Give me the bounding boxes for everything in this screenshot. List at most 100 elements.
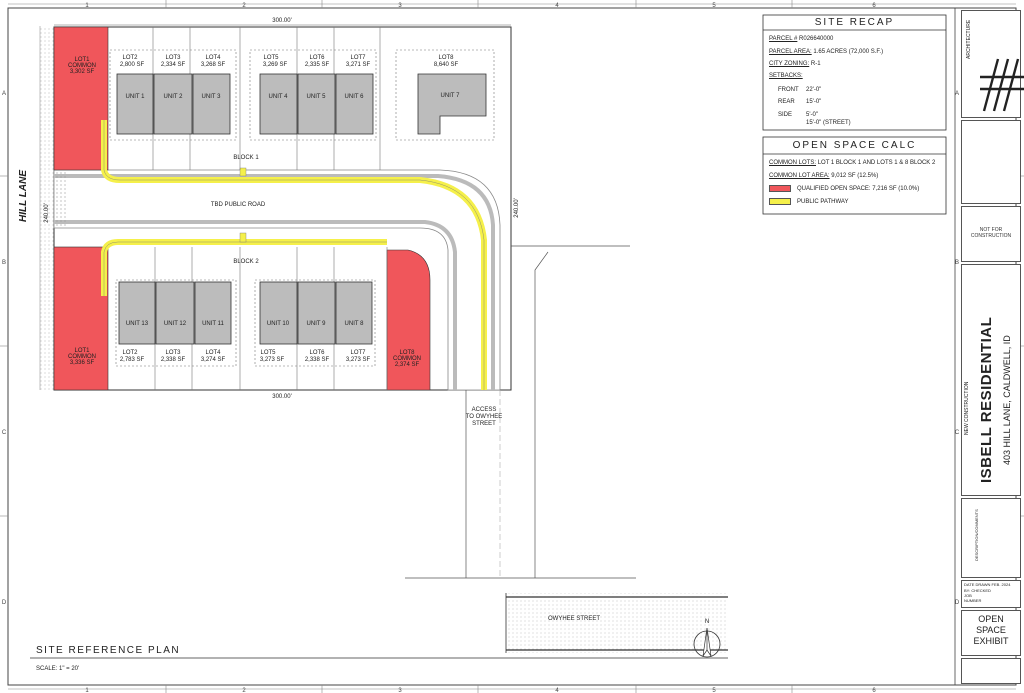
recap-parcel-value: R026640000 [799, 36, 834, 42]
unit-4-footprint [259, 73, 298, 135]
top-lot5-area: 3,269 SF [263, 62, 288, 68]
grid-row-c-right: C [955, 430, 960, 436]
unit-label-6: UNIT 6 [345, 94, 365, 100]
top-lot8-name: LOT8 [438, 55, 454, 61]
bottom-lot5-name: LOT5 [260, 350, 276, 356]
bottom-lot8-area: 2,374 SF [395, 362, 420, 368]
number-row: NUMBER [964, 598, 982, 603]
top-lot2-area: 2,800 SF [120, 62, 145, 68]
sheet-title-3: EXHIBIT [973, 636, 1009, 646]
unit-2-footprint [153, 73, 193, 135]
open-space-title: OPEN SPACE CALC [792, 140, 917, 151]
unit-label-12: UNIT 12 [164, 321, 187, 327]
block2-label: BLOCK 2 [233, 259, 259, 265]
unit-label-8: UNIT 8 [345, 321, 365, 327]
bottom-lot4-name: LOT4 [205, 350, 221, 356]
bottom-lot4-area: 3,274 SF [201, 357, 226, 363]
unit-6-footprint [335, 73, 374, 135]
dim-bottom: 300.00' [272, 394, 292, 400]
unit-12-footprint [155, 281, 195, 345]
unit-label-11: UNIT 11 [202, 321, 224, 327]
unit-5-footprint [297, 73, 336, 135]
recap-area-value: 1.65 ACRES (72,000 S.F.) [813, 49, 884, 55]
recap-area-label: PARCEL AREA: [769, 49, 812, 55]
drawing-sheet: 1 2 3 4 5 6 1 2 3 4 5 6 A B C D A B C D … [0, 0, 1024, 693]
unit-11-footprint [194, 281, 232, 345]
common-area-value: 9,012 SF (12.5%) [831, 173, 879, 179]
recap-setbacks: SETBACKS: [769, 73, 803, 79]
common-lots-value: LOT 1 BLOCK 1 AND LOTS 1 & 8 BLOCK 2 [817, 160, 936, 166]
bottom-lot3-area: 2,338 SF [161, 357, 186, 363]
dim-top: 300.00' [272, 18, 292, 24]
lot1-block1-open-space [53, 26, 109, 171]
owyhee-street [506, 593, 728, 653]
bottom-lot7-area: 3,273 SF [346, 357, 371, 363]
grid-row-a: A [2, 91, 6, 97]
grid-row-c: C [2, 430, 7, 436]
unit-label-7: UNIT 7 [441, 93, 461, 99]
common-area-row: COMMON LOT AREA: 9,012 SF (12.5%) [769, 173, 878, 179]
recap-side-value-1: 5'-0" [806, 112, 818, 118]
sheet-title-box: OPEN SPACE EXHIBIT [961, 610, 1021, 656]
dim-right: 240.00' [514, 198, 520, 218]
unit-label-1: UNIT 1 [126, 94, 146, 100]
recap-setbacks-label: SETBACKS: [769, 73, 803, 79]
date-drawn-row: DATE DRAWN FEB. 2024 [964, 582, 1011, 587]
unit-8-footprint [335, 281, 373, 345]
access-label-3: STREET [472, 421, 496, 427]
recap-zoning-value: R-1 [810, 61, 821, 67]
recap-front-label: FRONT [778, 87, 799, 93]
owyhee-street-label: OWYHEE STREET [548, 616, 600, 622]
recap-area: PARCEL AREA: 1.65 ACRES (72,000 S.F.) [769, 49, 883, 55]
grid-row-d: D [2, 600, 7, 606]
unit-label-13: UNIT 13 [126, 321, 149, 327]
sheet-number-box [961, 658, 1021, 684]
top-lot7-name: LOT7 [350, 55, 366, 61]
bottom-lot2-name: LOT2 [122, 350, 138, 356]
bottom-lot2-area: 2,783 SF [120, 357, 145, 363]
firm-name: ARCHITECTURE [966, 19, 972, 59]
top-lot8-area: 8,640 SF [434, 62, 459, 68]
grid-row-d-right: D [955, 600, 960, 606]
plan-scale: SCALE: 1" = 20' [36, 666, 79, 672]
top-lot5-name: LOT5 [263, 55, 279, 61]
unit-3-footprint [192, 73, 231, 135]
unit-10-footprint [259, 281, 298, 345]
common-lots-label: COMMON LOTS: [769, 160, 817, 166]
top-lot4-name: LOT4 [205, 55, 221, 61]
bottom-lot5-area: 3,273 SF [260, 357, 285, 363]
top-lot7-area: 3,271 SF [346, 62, 371, 68]
unit-label-3: UNIT 3 [202, 94, 222, 100]
grid-row-b: B [2, 260, 6, 266]
open-space-swatch [769, 185, 791, 192]
unit-13-footprint [118, 281, 156, 345]
site-plan: 1 2 3 4 5 6 1 2 3 4 5 6 A B C D A B C D … [0, 0, 1024, 693]
access-label-1: ACCESS [472, 407, 497, 413]
common-lots-row: COMMON LOTS: LOT 1 BLOCK 1 AND LOTS 1 & … [769, 160, 935, 166]
unit-label-5: UNIT 5 [307, 94, 327, 100]
recap-parcel: PARCEL # R026640000 [769, 36, 833, 42]
common-area-label: COMMON LOT AREA: [769, 173, 830, 179]
sheet-title-2: SPACE [976, 625, 1006, 635]
plan-title: SITE REFERENCE PLAN [36, 645, 180, 656]
revisions-box: DESCRIPTION/COMMENTS [961, 498, 1021, 578]
sheet-title-1: OPEN [978, 614, 1004, 624]
bottom-lot6-area: 2,338 SF [305, 357, 330, 363]
project-address: 403 HILL LANE, CALDWELL, ID [1002, 335, 1012, 465]
not-for-line-2: CONSTRUCTION [970, 233, 1012, 239]
unit-1-footprint [116, 73, 154, 135]
top-lot4-area: 3,268 SF [201, 62, 226, 68]
top-lot6-name: LOT6 [309, 55, 325, 61]
unit-label-4: UNIT 4 [269, 94, 289, 100]
title-block-consultant [961, 120, 1021, 204]
recap-rear-value: 15'-0" [806, 99, 822, 105]
north-label: N [705, 619, 709, 625]
recap-zoning: CITY ZONING: R-1 [769, 61, 821, 67]
unit-label-10: UNIT 10 [267, 321, 290, 327]
block1-label: BLOCK 1 [233, 155, 259, 161]
not-for-construction-box: NOT FOR CONSTRUCTION [961, 206, 1021, 262]
recap-front-value: 22'-0" [806, 87, 822, 93]
top-lot3-area: 2,334 SF [161, 62, 186, 68]
grid-row-b-right: B [955, 260, 959, 266]
unit-9-footprint [297, 281, 336, 345]
